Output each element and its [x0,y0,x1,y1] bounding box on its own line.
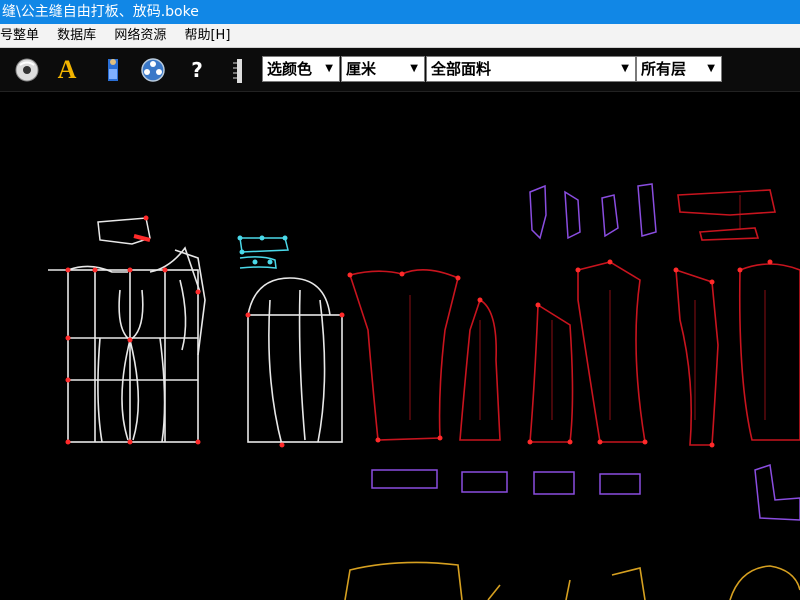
fabric-select-value: 全部面料 [431,60,492,78]
bodice-block-pattern[interactable] [48,246,206,443]
help-icon[interactable]: ? [184,57,210,83]
text-a-icon[interactable]: A [54,57,80,83]
pattern-canvas[interactable] [0,92,800,600]
film-reel-icon[interactable] [140,57,166,83]
unit-select[interactable]: 厘米 ▼ [341,56,425,82]
sleeve-block-pattern[interactable] [247,277,343,446]
fabric-select[interactable]: 全部面料 ▼ [426,56,636,82]
unit-select-value: 厘米 [346,60,377,78]
chevron-down-icon: ▼ [325,63,333,74]
layer-select-value: 所有层 [641,60,687,78]
figure-icon[interactable] [100,57,126,83]
color-select-value: 选颜色 [267,60,313,78]
layer-select[interactable]: 所有层 ▼ [636,56,722,82]
red-control-points[interactable] [65,215,773,448]
menu-item-database[interactable]: 数据库 [57,24,96,48]
toolbar: A ? 选颜色 ▼ 厘米 ▼ 全部面料 ▼ 所有层 ▼ [0,48,800,92]
window-title-bar: 缝\公主缝自由打板、放码.boke [0,0,800,24]
menu-item-help[interactable]: 帮助[H] [184,24,230,48]
ruler-icon[interactable] [228,57,250,83]
menu-bar: 号整单 数据库 网络资源 帮助[H] [0,24,800,48]
chevron-down-icon: ▼ [621,63,629,74]
yellow-pattern-pieces[interactable] [344,561,800,600]
chevron-down-icon: ▼ [410,63,418,74]
red-pattern-pieces[interactable] [348,189,800,446]
cuff-pieces[interactable] [239,237,289,269]
window-title: 缝\公主缝自由打板、放码.boke [2,4,199,20]
chevron-down-icon: ▼ [707,63,715,74]
cd-icon[interactable] [14,57,40,83]
menu-item-network[interactable]: 网络资源 [114,24,166,48]
color-select[interactable]: 选颜色 ▼ [262,56,340,82]
menu-item-orders[interactable]: 号整单 [0,24,39,48]
